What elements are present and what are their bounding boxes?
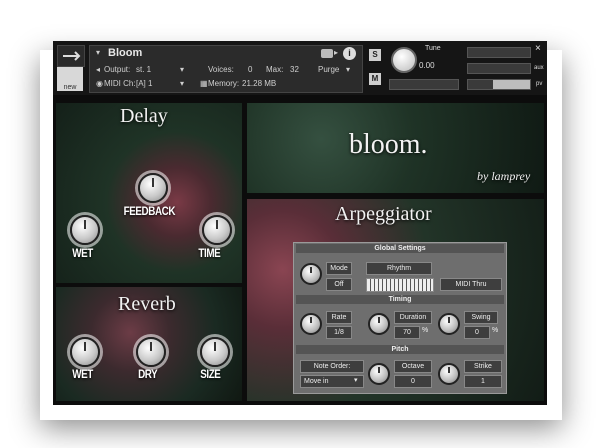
reverb-size-knob[interactable] [200, 337, 230, 367]
midi-value[interactable]: [A] 1 [136, 79, 152, 88]
instrument-window: new ▾ Bloom ◂ ▸ ◂ Output: st. 1 ▾ Voices… [53, 41, 547, 405]
reverb-size-label: SIZE [200, 367, 221, 381]
rhythm-label: Rhythm [366, 262, 432, 275]
level-meter [467, 79, 531, 90]
pv-label[interactable]: pv [536, 81, 542, 87]
collapse-arrow-icon[interactable]: ▾ [96, 48, 100, 57]
memory-icon: ▦ [200, 79, 208, 88]
output-value[interactable]: st. 1 [136, 65, 151, 74]
new-badge[interactable]: new [57, 67, 83, 91]
memory-value: 21.28 MB [242, 79, 277, 88]
brand-title: bloom. [349, 129, 428, 160]
purge-menu[interactable]: Purge [318, 65, 339, 74]
delay-title: Delay [120, 105, 168, 127]
tune-knob[interactable] [391, 47, 417, 73]
delay-feedback-knob[interactable] [138, 173, 168, 203]
close-icon[interactable]: × [535, 43, 541, 54]
note-order-dropdown-icon[interactable]: ▾ [354, 376, 358, 384]
camera-icon[interactable] [321, 49, 333, 58]
midi-thru-button[interactable]: MIDI Thru [440, 278, 502, 291]
timing-header: Timing [296, 295, 504, 304]
strike-label: Strike [464, 360, 502, 373]
brand-panel: bloom. by lamprey [247, 103, 544, 193]
reverb-dry-label: DRY [138, 367, 158, 381]
volume-slider[interactable] [467, 47, 531, 58]
tune-label: Tune [425, 45, 441, 52]
reverb-wet-label: WET [72, 367, 93, 381]
reverb-dry-knob[interactable] [136, 337, 166, 367]
delay-wet-label: WET [72, 246, 93, 260]
voices-label: Voices: [208, 65, 234, 74]
max-label: Max: [266, 65, 284, 74]
reverb-wet-knob[interactable] [70, 337, 100, 367]
info-icon[interactable]: i [343, 47, 356, 60]
voices-value: 0 [248, 65, 253, 74]
mode-label: Mode [326, 262, 352, 275]
brand-byline: by lamprey [477, 169, 531, 183]
duration-label: Duration [394, 311, 432, 324]
mode-knob[interactable] [300, 263, 322, 285]
swing-label: Swing [464, 311, 498, 324]
max-value[interactable]: 32 [290, 65, 299, 74]
reverb-title: Reverb [118, 293, 176, 315]
swing-knob[interactable] [438, 313, 460, 335]
pan-slider[interactable] [389, 79, 459, 90]
rate-value[interactable]: 1/8 [326, 326, 352, 339]
mute-button[interactable]: M [369, 73, 381, 85]
delay-panel: Delay FEEDBACK WET TIME [56, 103, 242, 283]
rhythm-pattern-grid[interactable] [366, 278, 434, 292]
delay-time-label: TIME [198, 246, 221, 260]
next-arrow-icon[interactable]: ▸ [334, 48, 338, 57]
duration-unit: % [422, 327, 429, 334]
swing-value[interactable]: 0 [464, 326, 490, 339]
purge-dropdown-icon[interactable]: ▾ [346, 65, 350, 74]
output-icon: ◂ [96, 65, 101, 74]
wrench-icon[interactable] [57, 45, 85, 67]
strike-value[interactable]: 1 [464, 375, 502, 388]
duration-knob[interactable] [368, 313, 390, 335]
note-order-label: Note Order: [300, 360, 364, 373]
pitch-header: Pitch [296, 345, 504, 354]
delay-time-knob[interactable] [202, 215, 232, 245]
instrument-name[interactable]: Bloom [108, 47, 142, 59]
memory-label: Memory: [208, 79, 240, 88]
arpeggiator-settings: Global Settings Mode Off Rhythm MIDI Thr… [293, 242, 507, 394]
aux-label[interactable]: aux [534, 65, 544, 71]
octave-value[interactable]: 0 [394, 375, 432, 388]
mode-value: Off [326, 278, 352, 291]
midi-dropdown-icon[interactable]: ▾ [180, 79, 184, 88]
instrument-header: new ▾ Bloom ◂ ▸ ◂ Output: st. 1 ▾ Voices… [53, 41, 547, 95]
output-label: Output: [104, 65, 131, 74]
tune-value: 0.00 [419, 61, 435, 70]
octave-label: Octave [394, 360, 432, 373]
octave-knob[interactable] [368, 363, 390, 385]
volume-slider-2[interactable] [467, 63, 531, 74]
output-dropdown-icon[interactable]: ▾ [180, 65, 184, 74]
rate-label: Rate [326, 311, 352, 324]
duration-value[interactable]: 70 [394, 326, 420, 339]
arpeggiator-title: Arpeggiator [335, 203, 432, 225]
reverb-panel: Reverb WET DRY SIZE [56, 287, 242, 401]
delay-wet-knob[interactable] [70, 215, 100, 245]
delay-feedback-label: FEEDBACK [123, 204, 176, 218]
rate-knob[interactable] [300, 313, 322, 335]
global-settings-header: Global Settings [296, 244, 504, 253]
swing-unit: % [492, 327, 499, 334]
midi-icon: ◉ [96, 79, 103, 88]
midi-label: MIDI Ch: [104, 79, 136, 88]
strike-knob[interactable] [438, 363, 460, 385]
solo-button[interactable]: S [369, 49, 381, 61]
